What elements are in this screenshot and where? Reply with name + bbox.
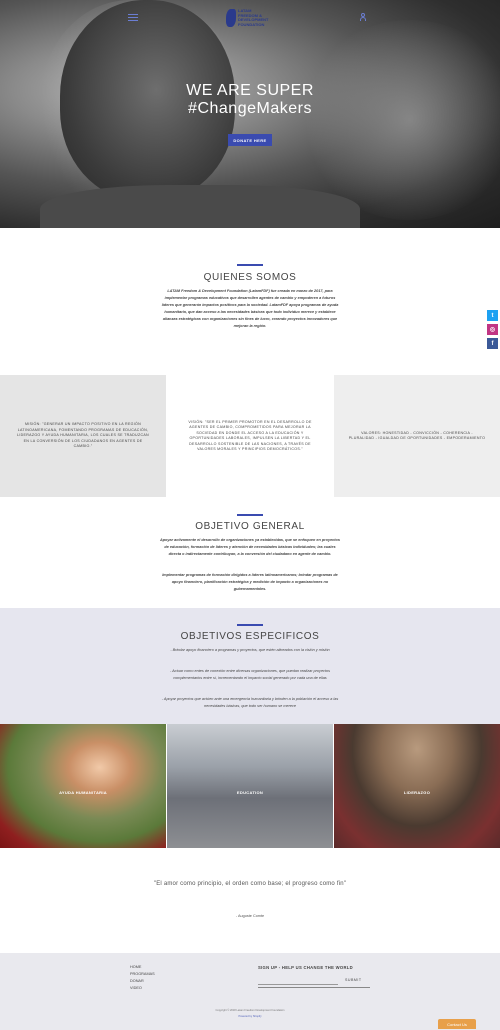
tile-label: AYUDA HUMANITARIA xyxy=(59,790,107,795)
contact-us-button[interactable]: Contact Us xyxy=(438,1019,476,1029)
objetivo-general-title: OBJETIVO GENERAL xyxy=(195,521,305,532)
section-accent-bar xyxy=(237,514,263,516)
tile-label: EDUCATION xyxy=(236,790,264,795)
quote-author: - Auguste Comte xyxy=(235,914,265,918)
logo-text: LATAM FREEDOM & DEVELOPMENT FOUNDATION xyxy=(238,8,269,27)
vision-text: Visión: "Ser el primer promotor en el de… xyxy=(188,419,312,452)
objetivo-general-text1: Apoyar activamente el desarrollo de orga… xyxy=(160,538,340,556)
mision-box: Misión: "Generar un impacto positivo en … xyxy=(0,375,166,497)
hero-child-shirt xyxy=(40,185,360,228)
footer-nav-video[interactable]: VIDEO xyxy=(130,986,142,990)
hamburger-menu-icon[interactable] xyxy=(128,14,138,22)
donate-button[interactable]: DONATE HERE xyxy=(228,134,272,146)
footer-nav-home[interactable]: HOME xyxy=(130,965,141,969)
hero-background-blur xyxy=(300,20,500,220)
quienes-somos-text: LATAM Freedom & Development Foundation (… xyxy=(161,289,339,328)
copyright-text: Copyright © 2018 Latam Freedom Developme… xyxy=(215,1009,285,1012)
signup-underline xyxy=(258,987,370,988)
facebook-icon[interactable]: f xyxy=(487,338,498,349)
hero-title-line1: WE ARE SUPER xyxy=(186,82,314,99)
section-accent-bar xyxy=(237,624,263,626)
objetivos-especificos-title: OBJETIVOS ESPECIFICOS xyxy=(180,631,320,642)
objetivo-general-text2: Implementar programas de formación dirig… xyxy=(162,573,338,591)
email-input[interactable] xyxy=(258,976,338,985)
objetivo-item: - Actuar como entes de conexión entre di… xyxy=(169,669,331,680)
footer-nav-programas[interactable]: PROGRAMAS xyxy=(130,972,155,976)
vision-box: Visión: "Ser el primer promotor en el de… xyxy=(167,375,333,497)
footer-nav-donar[interactable]: DONAR xyxy=(130,979,144,983)
logo-map-mark xyxy=(226,9,236,27)
mision-text: Misión: "Generar un impacto positivo en … xyxy=(17,422,149,449)
liderazgo-tile[interactable]: LIDERAZGO xyxy=(334,724,500,848)
tile-label: LIDERAZGO xyxy=(403,790,431,795)
user-account-icon[interactable] xyxy=(360,13,366,22)
objetivo-item: - Brindar apoyo financiero a programas y… xyxy=(170,648,330,652)
section-accent-bar xyxy=(237,264,263,266)
submit-button[interactable]: SUBMIT xyxy=(345,978,362,982)
footer xyxy=(0,953,500,1030)
instagram-icon[interactable]: ◎ xyxy=(487,324,498,335)
valores-box: Valores: Honestidad - Convicción - Coher… xyxy=(334,375,500,497)
valores-text: Valores: Honestidad - Convicción - Coher… xyxy=(348,430,486,441)
objetivo-item: - Apoyar proyectos que actúen ante una e… xyxy=(161,697,339,708)
education-tile[interactable]: EDUCATION xyxy=(167,724,333,848)
site-logo[interactable]: LATAM FREEDOM & DEVELOPMENT FOUNDATION xyxy=(226,6,276,30)
quienes-somos-title: QUIENES SOMOS xyxy=(203,272,297,283)
quote-text: "El amor como principio, el orden como b… xyxy=(153,881,347,887)
twitter-icon[interactable]: t xyxy=(487,310,498,321)
powered-by-link[interactable]: Powered by Shopify xyxy=(0,1015,500,1018)
signup-title: SIGN UP - HELP US CHANGE THE WORLD xyxy=(258,965,353,970)
hero-banner: LATAM FREEDOM & DEVELOPMENT FOUNDATION W… xyxy=(0,0,500,228)
ayuda-humanitaria-tile[interactable]: AYUDA HUMANITARIA xyxy=(0,724,166,848)
hero-title-line2: #ChangeMakers xyxy=(188,100,312,117)
